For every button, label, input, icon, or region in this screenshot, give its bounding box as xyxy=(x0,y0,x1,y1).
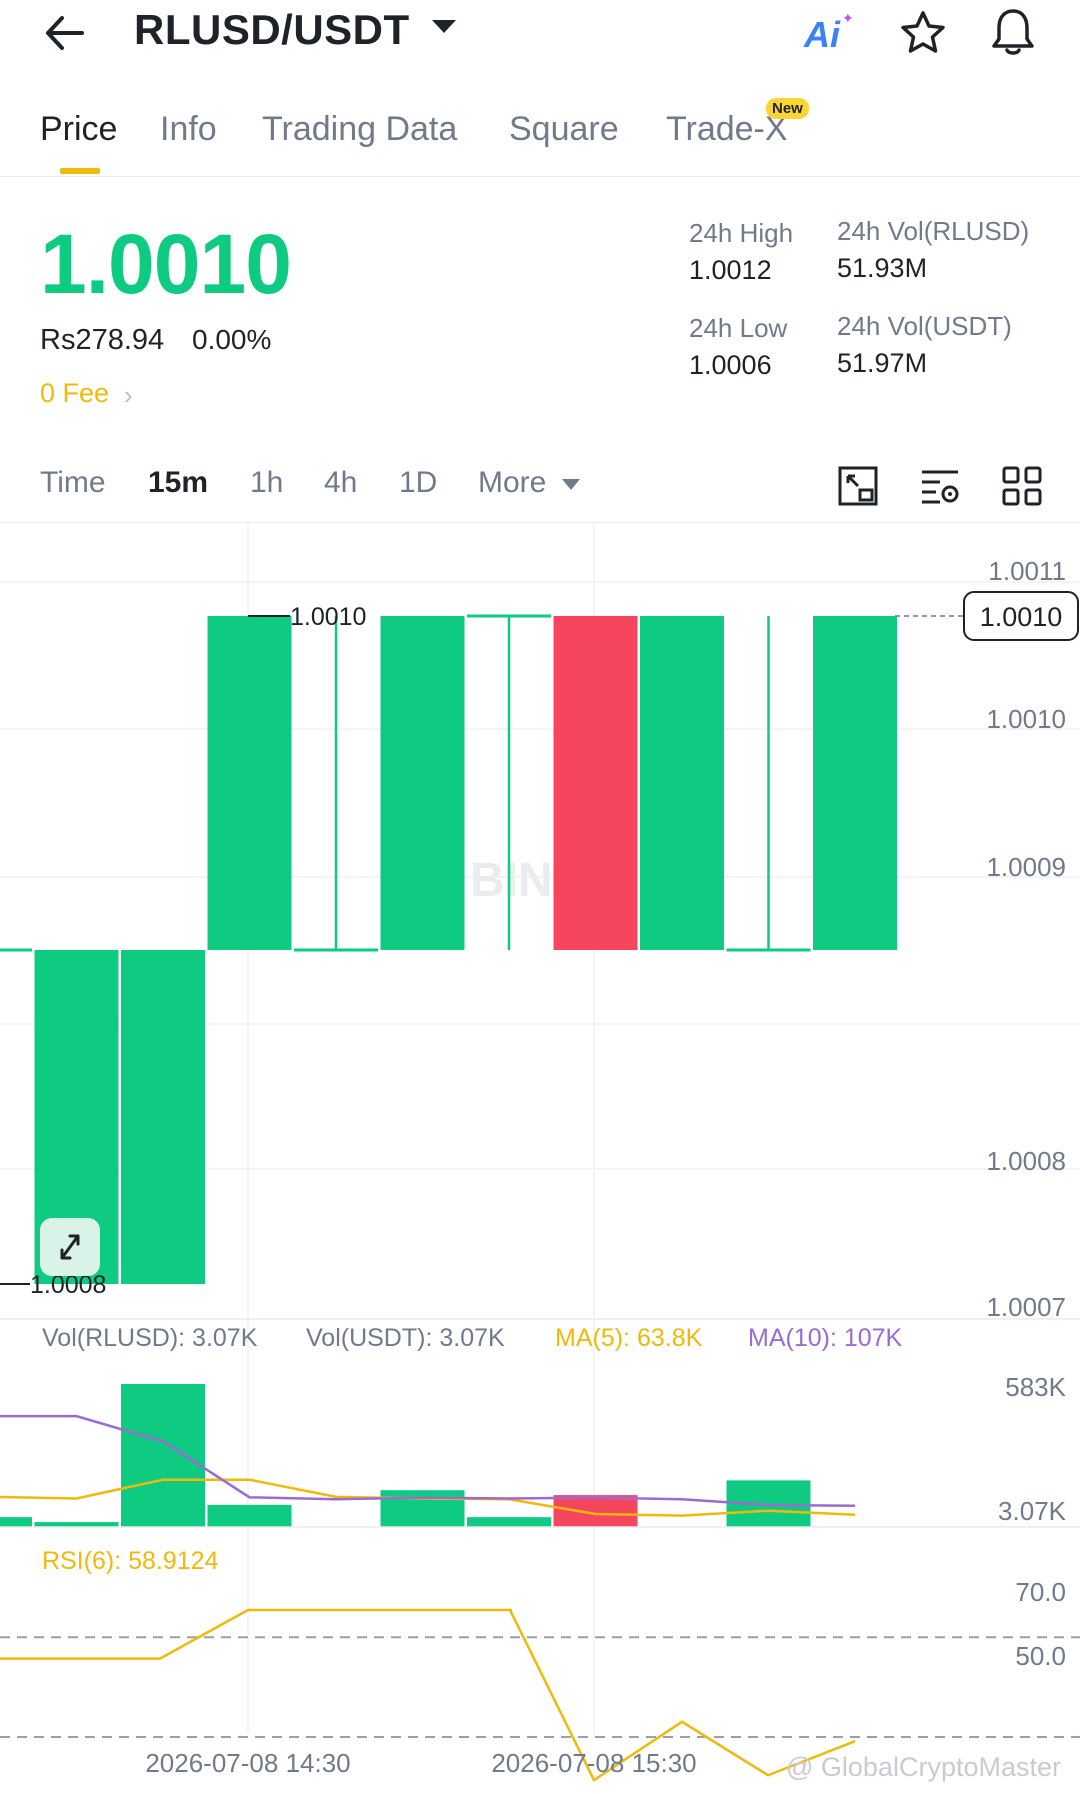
price-axis-label: 1.0011 xyxy=(988,556,1066,586)
caret-down-icon[interactable] xyxy=(562,479,580,490)
volume-bar xyxy=(553,1495,638,1527)
stat-high-label: 24h High xyxy=(689,218,794,248)
max-label: 1.0010 xyxy=(290,603,366,631)
top-bar: RLUSD/USDT Ai ✦ xyxy=(0,0,1080,80)
rsi-legend: RSI(6): 58.9124 xyxy=(42,1547,219,1575)
candle-body xyxy=(553,616,638,950)
candle-body xyxy=(813,616,897,950)
new-badge: New xyxy=(766,98,809,119)
active-tab-indicator xyxy=(60,168,100,174)
vol-quote-legend: Vol(USDT): 3.07K xyxy=(306,1324,505,1352)
interval-1h[interactable]: 1h xyxy=(250,466,283,500)
candle-body xyxy=(0,948,32,952)
volume-axis-label: 3.07K xyxy=(998,1496,1067,1526)
price-axis-label: 1.0010 xyxy=(986,704,1066,734)
price-change: 0.00% xyxy=(192,324,272,355)
stat-vol-base-value: 51.93M xyxy=(837,253,928,283)
layout-grid-icon[interactable] xyxy=(1000,464,1044,508)
chevron-right-icon[interactable]: › xyxy=(124,380,133,411)
volume-bar xyxy=(207,1504,292,1527)
volume-bar xyxy=(0,1517,32,1527)
bell-icon[interactable] xyxy=(988,6,1038,58)
fee-link[interactable]: 0 Fee xyxy=(40,378,109,409)
rsi-line xyxy=(0,1608,856,1782)
interval-time[interactable]: Time xyxy=(40,466,106,500)
interval-1d[interactable]: 1D xyxy=(399,466,437,500)
ai-icon[interactable]: Ai xyxy=(804,14,840,56)
fiat-price: Rs278.94 xyxy=(40,324,165,356)
interval-4h[interactable]: 4h xyxy=(324,466,357,500)
rsi-axis-label: 70.0 xyxy=(1015,1577,1066,1607)
candle-body xyxy=(467,614,551,618)
stat-vol-quote-value: 51.97M xyxy=(837,348,928,378)
tab-info[interactable]: Info xyxy=(160,110,217,149)
star-icon[interactable] xyxy=(898,8,948,58)
time-axis: 2026-07-08 14:30 2026-07-08 15:30 xyxy=(145,1748,696,1778)
stat-low-value: 1.0006 xyxy=(689,350,772,380)
price-axis-label: 1.0007 xyxy=(986,1292,1066,1322)
candles: 1.00101.0008 xyxy=(0,603,897,1299)
candle-body xyxy=(207,616,292,950)
current-price-label: 1.0010 xyxy=(980,602,1063,632)
candle-body xyxy=(380,616,465,950)
price-axis-label: 1.0008 xyxy=(986,1146,1066,1176)
stat-vol-quote-label: 24h Vol(USDT) xyxy=(837,311,1012,341)
section-tabs: Price Info Trading Data Square Trade-X xyxy=(0,96,1080,177)
candle-body xyxy=(640,616,724,950)
candle-body xyxy=(121,950,205,1284)
chart-settings-icon[interactable] xyxy=(918,464,962,508)
ma5-legend: MA(5): 63.8K xyxy=(555,1324,703,1352)
interval-15m[interactable]: 15m xyxy=(148,466,208,500)
pair-title[interactable]: RLUSD/USDT xyxy=(134,6,410,54)
time-axis-label: 2026-07-08 14:30 xyxy=(145,1748,350,1778)
fullscreen-chart-icon[interactable] xyxy=(836,464,880,508)
ai-sparkle-icon: ✦ xyxy=(842,10,854,26)
volume-bar xyxy=(380,1490,465,1527)
volume-axis-label: 583K xyxy=(1005,1372,1066,1402)
volume-bar xyxy=(121,1384,205,1527)
tab-price[interactable]: Price xyxy=(40,110,117,149)
expand-icon xyxy=(60,1234,80,1260)
watermark: @ GlobalCryptoMaster xyxy=(786,1752,1061,1782)
stat-low-label: 24h Low xyxy=(689,313,788,343)
vol-base-legend: Vol(RLUSD): 3.07K xyxy=(42,1324,258,1352)
back-arrow-icon[interactable] xyxy=(40,8,90,58)
time-axis-label: 2026-07-08 15:30 xyxy=(491,1748,696,1778)
caret-down-icon[interactable] xyxy=(432,20,456,33)
stat-high-value: 1.0012 xyxy=(689,255,772,285)
candle-body xyxy=(726,948,811,952)
tab-square[interactable]: Square xyxy=(509,110,619,149)
expand-chart-button[interactable] xyxy=(40,1218,100,1276)
candle-body xyxy=(294,948,378,952)
price-axis: 1.0011 1.0010 1.0009 1.0008 1.0007 1.0010 xyxy=(895,556,1079,1322)
rsi-axis-label: 50.0 xyxy=(1015,1641,1066,1671)
tab-trading-data[interactable]: Trading Data xyxy=(262,110,457,149)
interval-more[interactable]: More xyxy=(478,466,546,500)
price-axis-label: 1.0009 xyxy=(986,852,1066,882)
ma10-legend: MA(10): 107K xyxy=(748,1324,903,1352)
last-price: 1.0010 xyxy=(40,217,292,311)
volume-bar xyxy=(467,1517,551,1527)
stat-vol-base-label: 24h Vol(RLUSD) xyxy=(837,216,1030,246)
price-chart[interactable]: BIN 1.00101.0008 1.00111.00101.00091.000… xyxy=(0,524,1080,1794)
chart-watermark: BIN xyxy=(470,854,553,907)
